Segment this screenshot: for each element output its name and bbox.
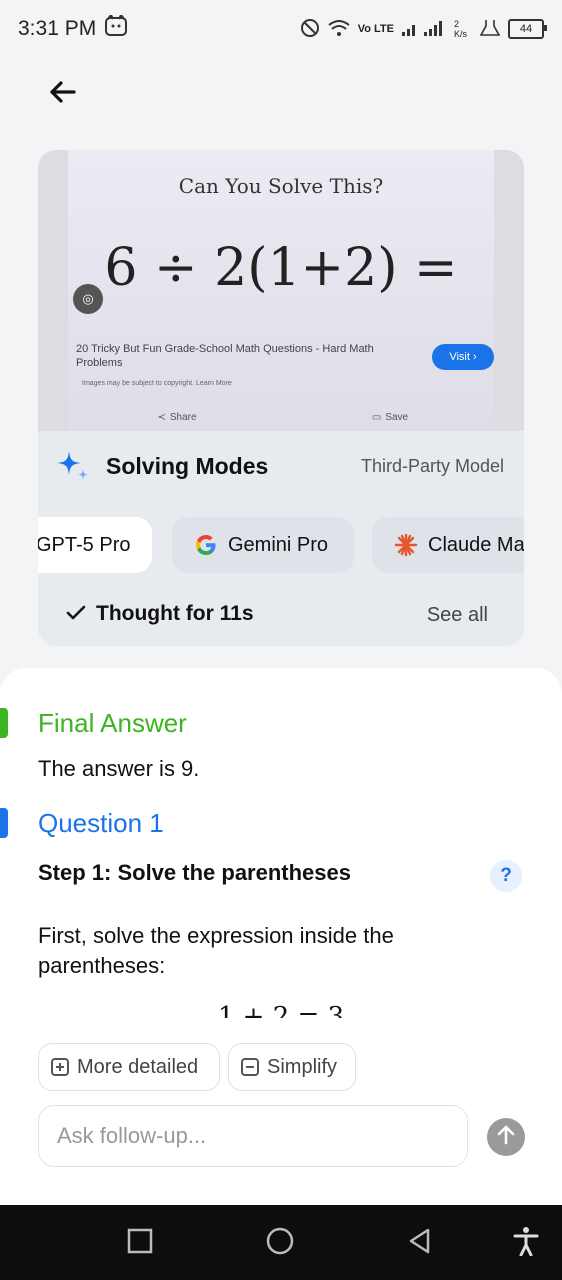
- home-button[interactable]: [264, 1227, 296, 1259]
- dnd-icon: [300, 18, 320, 41]
- network-type: Vo LTE: [357, 23, 394, 35]
- model-chip-label: GPT-5 Pro: [38, 533, 131, 556]
- model-chip-label: Gemini Pro: [228, 533, 329, 556]
- claude-burst-icon: [394, 533, 418, 557]
- see-all-link[interactable]: See all: [427, 604, 488, 627]
- cat-app-icon: [104, 13, 128, 43]
- model-chip-gpt[interactable]: GPT-5 Pro: [38, 517, 152, 573]
- model-chip-claude[interactable]: Claude Ma: [372, 517, 524, 573]
- plus-square-icon: [51, 1058, 69, 1076]
- share-icon: ≺: [157, 411, 166, 423]
- answer-sheet: Final Answer The answer is 9. Question 1…: [0, 668, 562, 1208]
- model-selector: GPT-5 Pro Gemini Pro Claude Ma: [38, 517, 524, 573]
- signal-icon: [402, 20, 446, 39]
- arrow-left-icon: [48, 80, 76, 109]
- back-button[interactable]: [42, 74, 82, 114]
- solving-modes-title: Solving Modes: [106, 453, 269, 479]
- recents-button[interactable]: [124, 1227, 156, 1259]
- check-icon: [66, 604, 86, 627]
- question-title: Question 1: [38, 808, 164, 838]
- more-detailed-button[interactable]: More detailed: [38, 1043, 220, 1091]
- thought-duration: Thought for 11s: [96, 602, 254, 625]
- system-nav-bar: [0, 1205, 562, 1280]
- image-fine-print: Images may be subject to copyright. Lear…: [82, 380, 232, 387]
- image-save-button: ▭ Save: [292, 404, 488, 430]
- sparkle-icon: [56, 449, 90, 486]
- accessibility-button[interactable]: [510, 1226, 542, 1261]
- image-caption: 20 Tricky But Fun Grade-School Math Ques…: [76, 343, 374, 369]
- triangle-back-icon: [406, 1227, 434, 1260]
- more-detailed-label: More detailed: [77, 1055, 199, 1078]
- solving-modes-header: Solving Modes Third-Party Model: [38, 431, 524, 501]
- flask-icon: [479, 19, 501, 40]
- square-icon: [127, 1228, 153, 1259]
- thought-row[interactable]: Thought for 11s See all: [38, 590, 524, 640]
- lens-icon[interactable]: ◎: [73, 284, 103, 314]
- final-answer-title: Final Answer: [38, 708, 187, 738]
- circle-icon: [265, 1226, 295, 1261]
- image-share-button: ≺ Share: [82, 404, 272, 430]
- send-button[interactable]: [487, 1118, 525, 1156]
- model-chip-gemini[interactable]: Gemini Pro: [172, 517, 354, 573]
- simplify-label: Simplify: [267, 1055, 338, 1078]
- wifi-icon: [328, 19, 350, 40]
- simplify-button[interactable]: Simplify: [228, 1043, 356, 1091]
- third-party-model-label[interactable]: Third-Party Model: [361, 456, 504, 477]
- save-label: Save: [385, 411, 409, 423]
- battery-level: 44: [519, 23, 533, 35]
- net-speed: 2 K/s: [454, 19, 468, 39]
- final-answer-marker: [0, 708, 8, 738]
- math-expression: 1 + 2 = 3: [217, 1002, 345, 1018]
- status-time: 3:31 PM: [18, 17, 97, 40]
- ask-placeholder: Ask follow-up...: [57, 1123, 207, 1148]
- arrow-up-icon: [497, 1125, 515, 1150]
- ask-followup-input[interactable]: Ask follow-up...: [38, 1105, 468, 1167]
- step-title: Step 1: Solve the parentheses: [38, 860, 351, 885]
- help-button[interactable]: ?: [490, 860, 522, 892]
- final-answer-text: The answer is 9.: [38, 756, 200, 781]
- accessibility-icon: [512, 1226, 540, 1261]
- problem-image[interactable]: Can You Solve This? 6 ÷ 2(1+2) = ◎ 20 Tr…: [38, 150, 524, 431]
- visit-button: Visit ›: [432, 344, 494, 370]
- back-nav-button[interactable]: [404, 1227, 436, 1259]
- model-chip-label: Claude Ma: [428, 533, 524, 556]
- image-equation: 6 ÷ 2(1+2) =: [104, 238, 458, 298]
- google-icon: [194, 533, 218, 557]
- solution-card: Can You Solve This? 6 ÷ 2(1+2) = ◎ 20 Tr…: [38, 150, 524, 646]
- bookmark-icon: ▭: [371, 411, 382, 423]
- battery-icon: 44: [508, 19, 547, 39]
- share-label: Share: [169, 411, 197, 423]
- minus-square-icon: [241, 1058, 259, 1076]
- status-bar: 3:31 PM Vo LTE 2 K/s 44: [0, 0, 562, 58]
- image-title: Can You Solve This?: [178, 174, 384, 198]
- question-marker: [0, 808, 8, 838]
- step-text: First, solve the expression inside the p…: [38, 923, 394, 978]
